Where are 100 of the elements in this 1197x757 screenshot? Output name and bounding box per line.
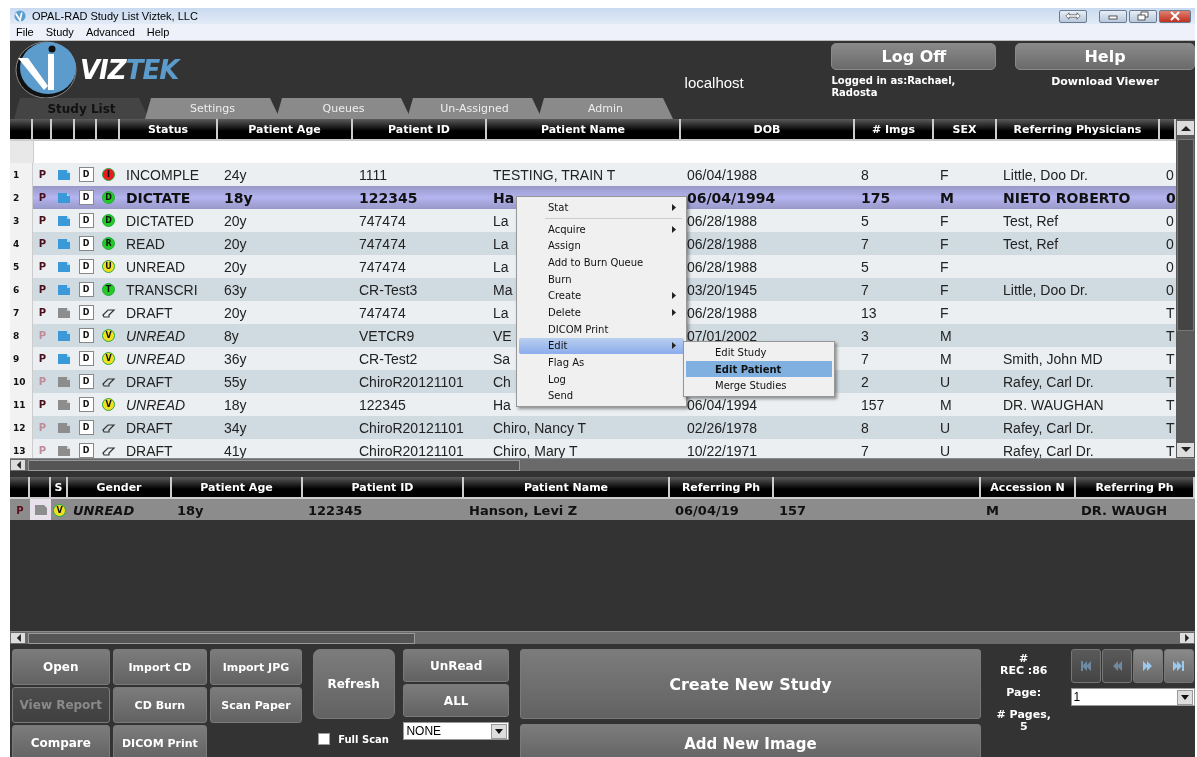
image-icon[interactable] bbox=[56, 260, 71, 273]
column-header[interactable]: Accession N bbox=[981, 477, 1076, 499]
report-button[interactable]: D bbox=[78, 259, 94, 274]
download-viewer-link[interactable]: Download Viewer bbox=[1051, 75, 1159, 88]
column-header[interactable] bbox=[1160, 119, 1176, 141]
image-icon[interactable] bbox=[56, 329, 71, 342]
column-header[interactable]: Patient Age bbox=[218, 119, 353, 141]
column-header[interactable]: DOB bbox=[681, 119, 855, 141]
scroll-thumb[interactable] bbox=[1177, 139, 1194, 331]
column-header[interactable]: Referring Ph bbox=[1076, 477, 1195, 499]
menu-item[interactable]: Send bbox=[519, 387, 684, 405]
all-button[interactable]: ALL bbox=[403, 684, 509, 717]
column-header[interactable]: Referring Ph bbox=[670, 477, 774, 499]
page-dropdown[interactable]: 1 bbox=[1070, 688, 1195, 706]
report-button[interactable]: D bbox=[78, 374, 94, 389]
action-button[interactable]: Import JPG bbox=[210, 649, 302, 685]
report-button[interactable]: D bbox=[78, 443, 94, 458]
column-header[interactable] bbox=[774, 477, 981, 499]
image-icon[interactable] bbox=[56, 398, 71, 411]
image-icon[interactable] bbox=[56, 214, 71, 227]
menu-item[interactable]: Stat bbox=[519, 199, 684, 216]
filter-dropdown[interactable]: NONE bbox=[403, 722, 509, 740]
scroll-thumb[interactable] bbox=[28, 459, 520, 471]
menu-item[interactable]: Delete bbox=[519, 304, 684, 321]
menu-item[interactable]: Create bbox=[519, 287, 684, 305]
report-button[interactable]: D bbox=[78, 351, 94, 366]
column-header[interactable] bbox=[33, 119, 52, 141]
report-button[interactable]: D bbox=[78, 190, 94, 205]
help-button[interactable]: Help bbox=[1015, 43, 1195, 70]
column-header[interactable] bbox=[10, 119, 33, 141]
column-header[interactable]: Patient Name bbox=[464, 477, 670, 499]
scroll-up-button[interactable] bbox=[1177, 121, 1194, 135]
unread-button[interactable]: UnRead bbox=[403, 649, 509, 682]
vertical-scrollbar[interactable] bbox=[1176, 119, 1195, 458]
menu-item[interactable]: Edit Study bbox=[686, 344, 832, 361]
pager-button[interactable] bbox=[1163, 649, 1194, 683]
menu-item[interactable]: Help bbox=[146, 26, 170, 38]
report-button[interactable]: D bbox=[78, 236, 94, 251]
report-button[interactable]: D bbox=[78, 305, 94, 320]
resize-button[interactable] bbox=[1059, 9, 1087, 23]
menu-item[interactable]: Merge Studies bbox=[686, 377, 832, 395]
report-button[interactable]: D bbox=[78, 397, 94, 412]
menu-item[interactable]: Log bbox=[519, 370, 684, 388]
restore-button[interactable] bbox=[1129, 9, 1157, 23]
menu-item[interactable]: DICOM Print bbox=[519, 320, 684, 338]
column-header[interactable] bbox=[97, 119, 120, 141]
column-header[interactable]: # Imgs bbox=[855, 119, 934, 141]
image-icon[interactable] bbox=[56, 352, 71, 365]
action-button[interactable]: Compare bbox=[12, 725, 110, 757]
menu-item[interactable]: Edit bbox=[519, 337, 684, 355]
action-button[interactable]: Open bbox=[12, 649, 110, 685]
image-icon[interactable] bbox=[56, 375, 71, 388]
scroll-left-button[interactable] bbox=[11, 460, 25, 470]
action-button[interactable]: Import CD bbox=[112, 649, 208, 685]
menu-item[interactable]: Assign bbox=[519, 237, 684, 255]
image-icon[interactable] bbox=[56, 306, 71, 319]
column-header[interactable] bbox=[10, 477, 30, 499]
menu-item[interactable]: Acquire bbox=[519, 220, 684, 238]
action-button[interactable]: Scan Paper bbox=[210, 687, 302, 723]
column-header[interactable] bbox=[30, 477, 51, 499]
close-button[interactable] bbox=[1159, 9, 1191, 23]
column-header[interactable]: Referring Physicians bbox=[997, 119, 1160, 141]
table-row[interactable]: P V UNREAD 18y 122345 Hanson, Levi Z 06/04/19 157 M DR. WAUGH bbox=[10, 499, 1195, 520]
report-button[interactable]: D bbox=[78, 282, 94, 297]
scroll-left-button[interactable] bbox=[11, 633, 25, 643]
create-study-button[interactable]: Create New Study bbox=[519, 649, 981, 719]
column-header[interactable]: Patient Age bbox=[172, 477, 303, 499]
minimize-button[interactable] bbox=[1099, 9, 1127, 23]
image-icon[interactable] bbox=[56, 168, 71, 181]
column-header[interactable]: SEX bbox=[934, 119, 997, 141]
column-header[interactable]: S bbox=[51, 477, 68, 499]
add-image-button[interactable]: Add New Image bbox=[519, 724, 981, 757]
pager-button[interactable] bbox=[1132, 649, 1163, 683]
menu-item[interactable]: Add to Burn Queue bbox=[519, 254, 684, 271]
image-icon[interactable] bbox=[56, 444, 71, 457]
column-header[interactable]: Patient Name bbox=[487, 119, 681, 141]
column-header[interactable]: Patient ID bbox=[353, 119, 487, 141]
scroll-right-button[interactable] bbox=[1180, 633, 1194, 643]
report-button[interactable]: D bbox=[78, 420, 94, 435]
report-button[interactable]: D bbox=[78, 328, 94, 343]
menu-item[interactable]: Advanced bbox=[85, 26, 135, 38]
image-icon[interactable] bbox=[56, 421, 71, 434]
menu-item[interactable]: Study bbox=[45, 26, 74, 38]
column-header[interactable] bbox=[52, 119, 75, 141]
scroll-thumb[interactable] bbox=[28, 632, 415, 644]
action-button[interactable]: CD Burn bbox=[112, 687, 208, 723]
menu-item[interactable]: File bbox=[16, 26, 34, 38]
column-header[interactable]: Gender bbox=[68, 477, 172, 499]
image-icon[interactable] bbox=[56, 283, 71, 296]
action-button[interactable]: DICOM Print bbox=[112, 725, 208, 757]
menu-item[interactable]: Burn bbox=[519, 270, 684, 288]
horizontal-scrollbar[interactable] bbox=[10, 458, 1195, 471]
menu-item[interactable]: Flag As bbox=[519, 354, 684, 371]
column-header[interactable]: Patient ID bbox=[303, 477, 464, 499]
checkbox[interactable] bbox=[318, 733, 331, 745]
report-button[interactable]: D bbox=[78, 213, 94, 228]
report-button[interactable]: D bbox=[78, 167, 94, 182]
column-header[interactable]: Status bbox=[120, 119, 218, 141]
log-off-button[interactable]: Log Off bbox=[831, 43, 997, 70]
refresh-button[interactable]: Refresh bbox=[312, 649, 395, 719]
